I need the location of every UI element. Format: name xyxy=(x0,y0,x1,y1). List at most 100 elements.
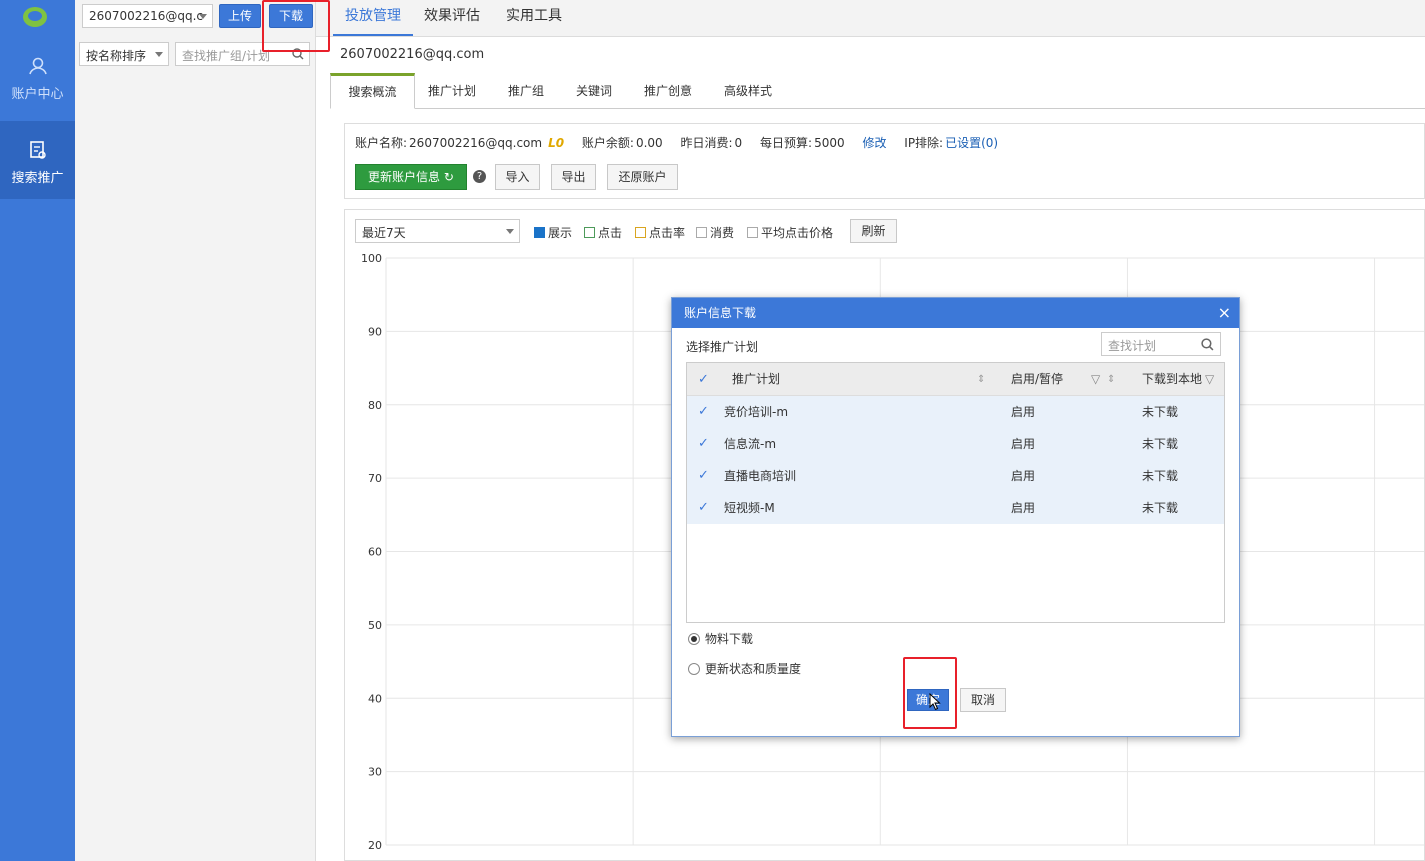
radio-label: 更新状态和质量度 xyxy=(705,662,802,676)
y-tick-label: 90 xyxy=(368,325,382,338)
tab-bar: 搜索概流 推广计划 推广组 关键词 推广创意 高级样式 xyxy=(330,73,1425,109)
radio-update-status-quality[interactable]: 更新状态和质量度 xyxy=(688,660,801,677)
table-row[interactable]: ✓ 竞价培训-m 启用 未下载 xyxy=(687,396,1224,428)
close-icon[interactable]: × xyxy=(1218,298,1231,328)
row-check-icon[interactable]: ✓ xyxy=(698,428,709,460)
plan-name: 竞价培训-m xyxy=(724,405,789,419)
account-select-value: 2607002216@qq.c xyxy=(89,9,203,23)
plan-table: ✓ 推广计划 ⇕ 启用/暂停 ▽ ⇕ 下载到本地 ▽ ✓ 竞价培训-m 启用 未… xyxy=(686,362,1225,623)
tab-search-overview[interactable]: 搜索概流 xyxy=(330,73,415,109)
column-header-download[interactable]: 下载到本地 xyxy=(1142,363,1202,396)
ip-exclude-link[interactable]: 已设置(0) xyxy=(945,136,998,150)
select-plan-label: 选择推广计划 xyxy=(686,340,759,354)
account-select[interactable]: 2607002216@qq.c xyxy=(82,4,213,28)
plan-name: 短视频-M xyxy=(724,501,775,515)
table-row[interactable]: ✓ 直播电商培训 启用 未下载 xyxy=(687,460,1224,492)
plan-download-state: 未下载 xyxy=(1142,437,1179,451)
y-tick-label: 50 xyxy=(368,619,382,632)
sidebar-item-label: 账户中心 xyxy=(11,87,64,102)
account-info-panel: 账户名称: 2607002216@qq.com L0 账户余额: 0.00 昨日消费:… xyxy=(344,123,1425,199)
filter-icon[interactable]: ▽ xyxy=(1091,363,1100,396)
row-check-icon[interactable]: ✓ xyxy=(698,460,709,492)
restore-account-button[interactable]: 还原账户 xyxy=(607,164,678,190)
y-tick-label: 80 xyxy=(368,399,382,412)
sidebar-item-label: 搜索推广 xyxy=(11,171,64,186)
level-badge: L0 xyxy=(548,136,565,150)
report-icon xyxy=(29,141,46,159)
help-icon[interactable]: ? xyxy=(473,170,486,183)
import-button[interactable]: 导入 xyxy=(495,164,540,190)
search-icon[interactable] xyxy=(1201,338,1214,351)
plan-status: 启用 xyxy=(1011,405,1036,419)
sort-icon[interactable]: ⇕ xyxy=(1107,363,1115,396)
tab-plans[interactable]: 推广计划 xyxy=(428,73,476,109)
plan-download-state: 未下载 xyxy=(1142,501,1179,515)
edit-budget-link[interactable]: 修改 xyxy=(862,136,886,150)
tab-keywords[interactable]: 关键词 xyxy=(575,73,613,109)
balance-value: 0.00 xyxy=(635,136,663,150)
user-icon xyxy=(28,57,47,75)
plan-status: 启用 xyxy=(1011,437,1036,451)
chevron-down-icon xyxy=(199,14,207,19)
budget-value: 5000 xyxy=(814,136,845,150)
sort-select-value: 按名称排序 xyxy=(86,49,147,63)
ip-exclude-label: IP排除: xyxy=(904,136,944,150)
tab-groups[interactable]: 推广组 xyxy=(506,73,546,109)
topnav-tools[interactable]: 实用工具 xyxy=(506,0,562,36)
group-search-placeholder: 查找推广组/计划 xyxy=(182,49,271,63)
sidebar-item-search-promotion[interactable]: 搜索推广 xyxy=(0,121,75,199)
plan-download-state: 未下载 xyxy=(1142,405,1179,419)
radio-material-download[interactable]: 物料下载 xyxy=(688,630,753,647)
plan-name: 信息流-m xyxy=(724,437,777,451)
app-logo-icon xyxy=(23,7,47,27)
account-email: 2607002216@qq.com xyxy=(340,47,485,62)
dialog-title: 账户信息下载 xyxy=(684,306,757,320)
account-name-value: 2607002216@qq.com xyxy=(409,136,543,150)
sort-select[interactable]: 按名称排序 xyxy=(79,42,169,66)
y-tick-label: 70 xyxy=(368,472,382,485)
update-account-label: 更新账户信息 xyxy=(368,170,441,184)
column-header-status[interactable]: 启用/暂停 xyxy=(1011,363,1063,396)
y-tick-label: 20 xyxy=(368,839,382,852)
plan-search-placeholder: 查找计划 xyxy=(1108,339,1157,353)
yesterday-value: 0 xyxy=(734,136,743,150)
cancel-button[interactable]: 取消 xyxy=(960,688,1006,712)
account-name-label: 账户名称: xyxy=(355,136,408,150)
highlight-box-confirm xyxy=(903,657,957,729)
y-tick-label: 60 xyxy=(368,546,382,559)
plan-status: 启用 xyxy=(1011,469,1036,483)
sort-icon[interactable]: ⇕ xyxy=(977,363,985,396)
export-button[interactable]: 导出 xyxy=(551,164,596,190)
plan-search-input[interactable]: 查找计划 xyxy=(1101,332,1221,356)
table-header: ✓ 推广计划 ⇕ 启用/暂停 ▽ ⇕ 下载到本地 ▽ xyxy=(687,363,1224,396)
account-info-row: 账户名称: 2607002216@qq.com L0 账户余额: 0.00 昨日消费:… xyxy=(355,134,1012,151)
y-tick-label: 30 xyxy=(368,766,382,779)
left-sidebar: 账户中心 搜索推广 xyxy=(0,0,75,861)
yesterday-label: 昨日消费: xyxy=(680,136,733,150)
chevron-down-icon xyxy=(155,52,163,57)
row-check-icon[interactable]: ✓ xyxy=(698,492,709,524)
table-row[interactable]: ✓ 信息流-m 启用 未下载 xyxy=(687,428,1224,460)
upload-button[interactable]: 上传 xyxy=(219,4,261,28)
tab-creatives[interactable]: 推广创意 xyxy=(643,73,693,109)
budget-label: 每日预算: xyxy=(760,136,813,150)
radio-label: 物料下载 xyxy=(705,632,754,646)
refresh-icon: ↻ xyxy=(443,170,454,184)
account-tree-panel: 2607002216@qq.c 上传 下载 按名称排序 查找推广组/计划 xyxy=(75,0,316,861)
table-row[interactable]: ✓ 短视频-M 启用 未下载 xyxy=(687,492,1224,524)
column-header-plan[interactable]: 推广计划 xyxy=(732,363,780,396)
y-tick-label: 100 xyxy=(361,252,382,265)
dialog-title-bar: 账户信息下载 × xyxy=(672,298,1239,328)
highlight-box-download xyxy=(262,0,330,52)
plan-download-state: 未下载 xyxy=(1142,469,1179,483)
select-all-check-icon[interactable]: ✓ xyxy=(698,363,709,396)
topnav-effect-evaluation[interactable]: 效果评估 xyxy=(424,0,480,36)
topnav-delivery-management[interactable]: 投放管理 xyxy=(333,0,413,36)
filter-icon[interactable]: ▽ xyxy=(1205,363,1214,396)
row-check-icon[interactable]: ✓ xyxy=(698,396,709,428)
update-account-button[interactable]: 更新账户信息 ↻ xyxy=(355,164,467,190)
y-tick-label: 40 xyxy=(368,692,382,705)
tab-advanced-styles[interactable]: 高级样式 xyxy=(723,73,773,109)
plan-status: 启用 xyxy=(1011,501,1036,515)
top-navigation: 投放管理 效果评估 实用工具 xyxy=(316,0,1425,37)
